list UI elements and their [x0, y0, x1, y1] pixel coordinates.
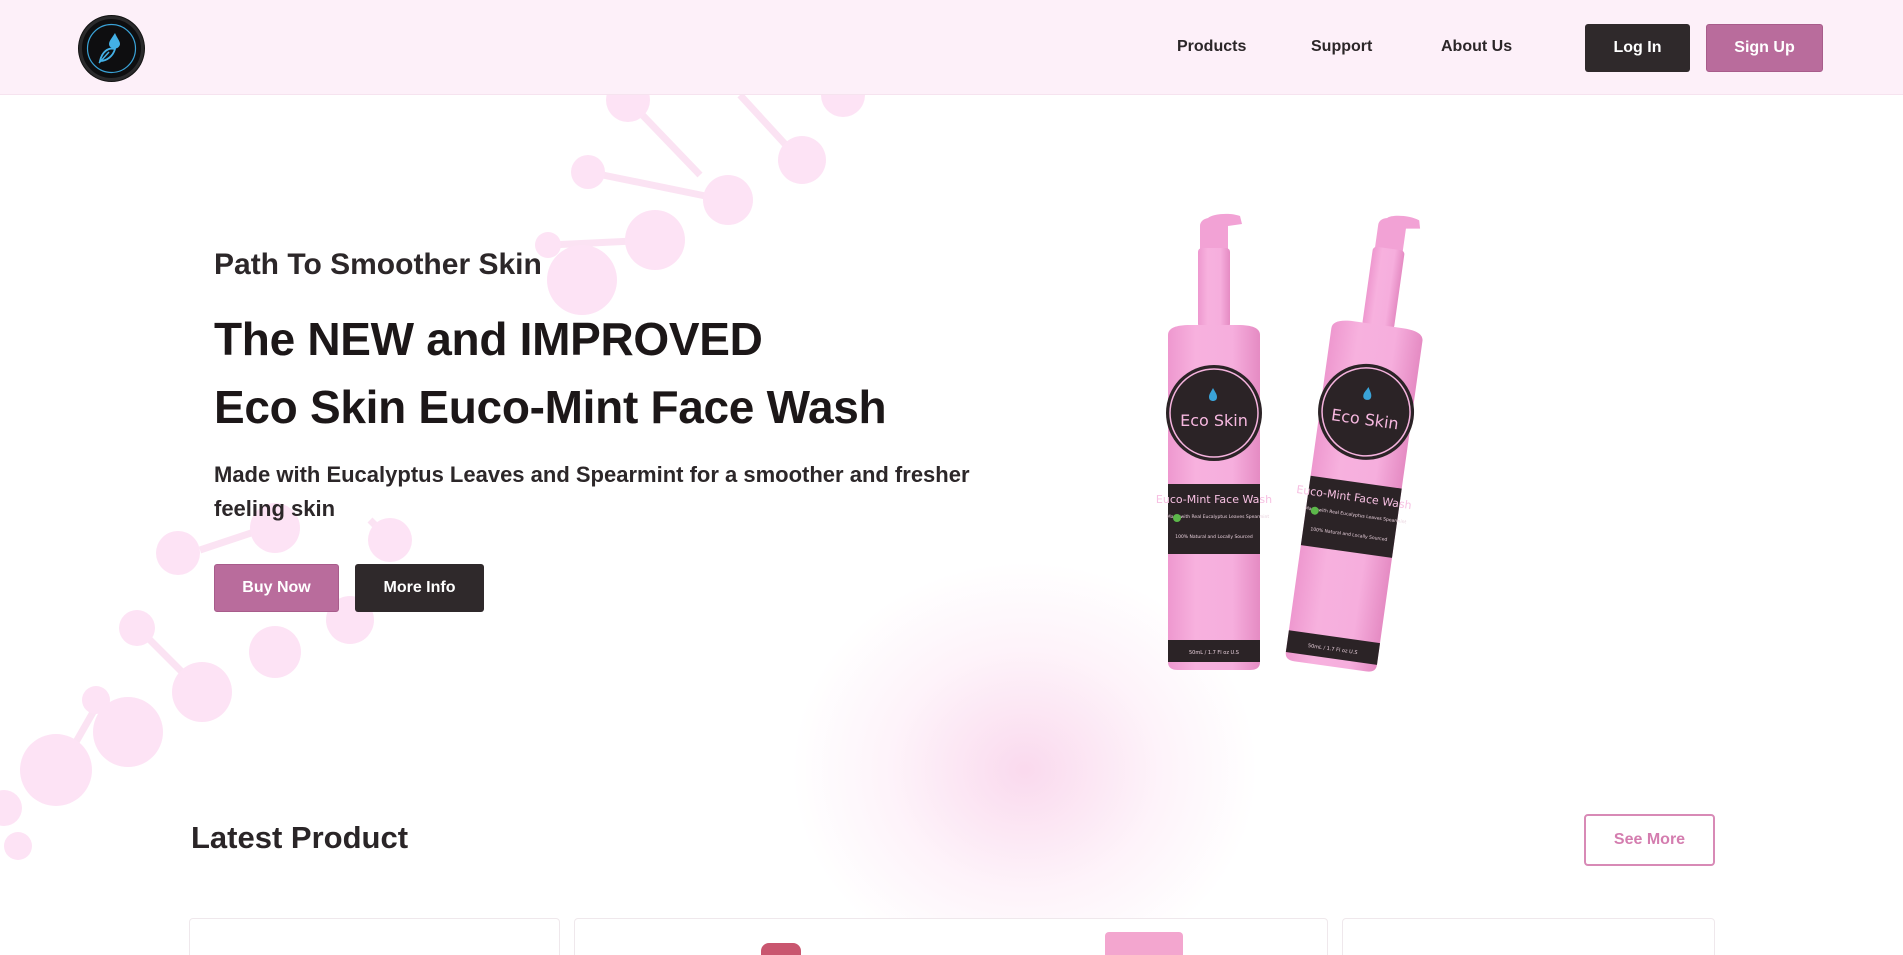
product-card[interactable]	[189, 918, 560, 955]
buy-now-button[interactable]: Buy Now	[214, 564, 339, 612]
product-thumb	[1105, 932, 1183, 955]
bottle-left-product: Euco-Mint Face Wash	[1156, 493, 1272, 506]
product-thumb	[761, 943, 801, 955]
bottle-left-brand: Eco Skin	[1180, 411, 1248, 430]
latest-product-title: Latest Product	[191, 820, 409, 855]
hero-title-line2: Eco Skin Euco-Mint Face Wash	[214, 381, 887, 433]
site-header: Products Support About Us Log In Sign Up	[0, 0, 1903, 95]
nav-support[interactable]: Support	[1311, 38, 1372, 56]
product-card[interactable]	[574, 918, 1328, 955]
nav-products[interactable]: Products	[1177, 38, 1246, 56]
signup-button[interactable]: Sign Up	[1706, 24, 1823, 72]
see-more-button[interactable]: See More	[1584, 814, 1715, 866]
more-info-button[interactable]: More Info	[355, 564, 484, 612]
bottle-left-made-with: Made with Real Eucalyptus Leaves Spearmi…	[1167, 514, 1270, 520]
nav-about-us[interactable]: About Us	[1441, 38, 1512, 56]
bottle-left: Eco Skin Euco-Mint Face Wash Made with R…	[1156, 213, 1272, 670]
leaf-icon	[1173, 514, 1181, 522]
login-button[interactable]: Log In	[1585, 24, 1690, 72]
product-card[interactable]	[1342, 918, 1715, 955]
product-bottles-image: Eco Skin Euco-Mint Face Wash Made with R…	[1156, 213, 1423, 672]
hero-subtitle: Path To Smoother Skin	[214, 248, 542, 281]
hero-title-line1: The NEW and IMPROVED	[214, 313, 763, 365]
bottle-left-volume: 50mL / 1.7 Fl oz U.S	[1189, 650, 1239, 656]
bottle-left-sourced: 100% Natural and Locally Sourced	[1175, 534, 1253, 540]
logo[interactable]	[79, 16, 144, 81]
hero-description: Made with Eucalyptus Leaves and Spearmin…	[214, 462, 970, 521]
leaf-drop-icon	[86, 23, 137, 74]
bottle-right: Eco Skin Euco-Mint Face Wash Made with R…	[1285, 215, 1423, 672]
